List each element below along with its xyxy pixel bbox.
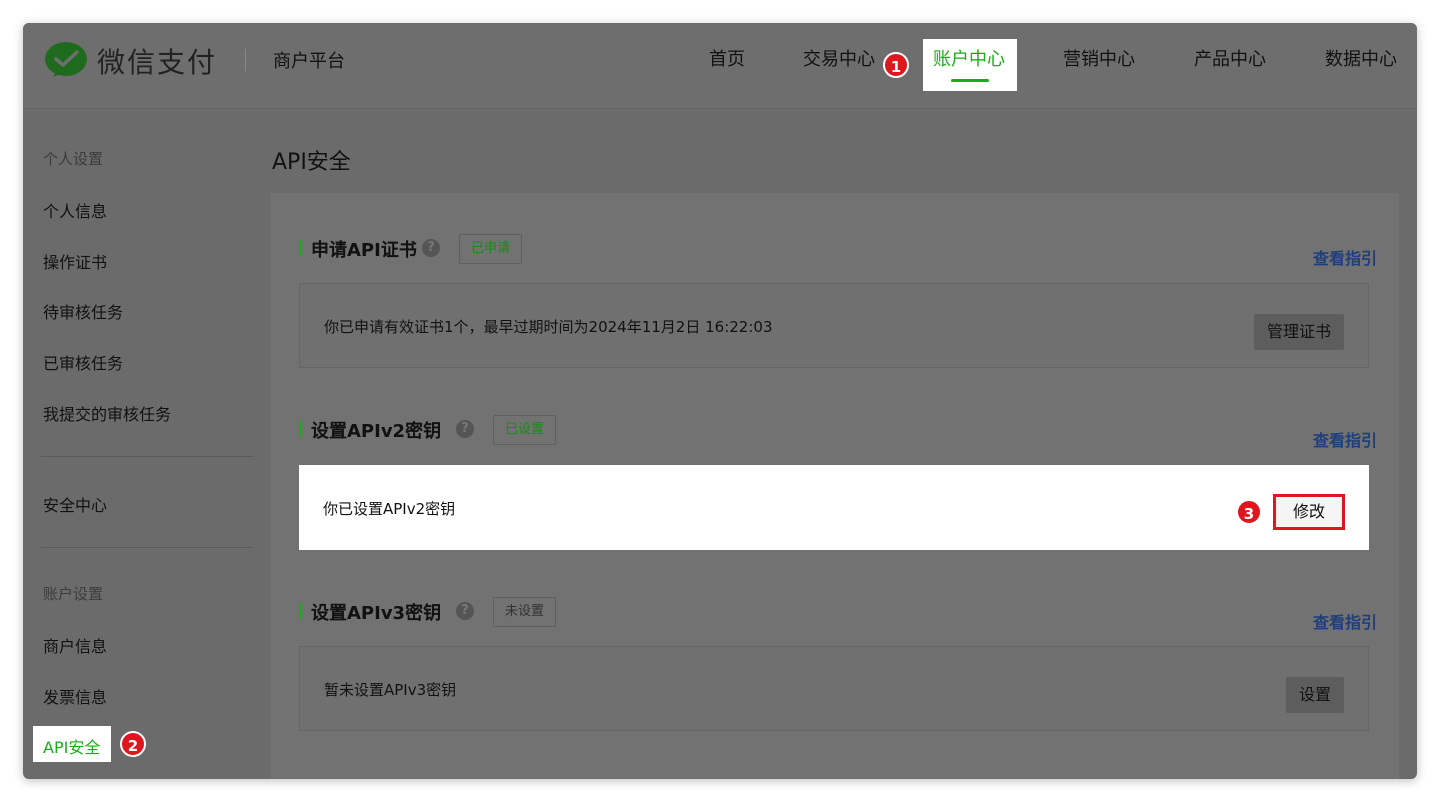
- sidebar-item-reviewed-tasks[interactable]: 已审核任务: [43, 350, 123, 374]
- nav-account-center-label: 账户中心: [933, 49, 1005, 70]
- card-apiv2: 你已设置APIv2密钥 修改: [299, 465, 1369, 550]
- sidebar-item-api-security-label: API安全: [43, 738, 101, 757]
- section-accent-bar: [299, 240, 302, 256]
- sidebar-item-my-submitted-tasks[interactable]: 我提交的审核任务: [43, 401, 171, 425]
- nav-active-underline: [951, 79, 989, 82]
- sidebar-item-merchant-info[interactable]: 商户信息: [43, 633, 107, 657]
- status-badge-not-set: 未设置: [493, 597, 557, 627]
- step-badge-2: 2: [120, 731, 146, 757]
- nav-data-center[interactable]: 数据中心: [1325, 45, 1397, 71]
- guide-link-api-cert[interactable]: 查看指引: [1313, 245, 1377, 269]
- guide-link-apiv2[interactable]: 查看指引: [1313, 427, 1377, 451]
- guide-link-apiv3[interactable]: 查看指引: [1313, 609, 1377, 633]
- apiv3-info-text: 暂未设置APIv3密钥: [324, 681, 457, 699]
- status-badge-applied: 已申请: [459, 234, 523, 264]
- sidebar-item-pending-tasks[interactable]: 待审核任务: [43, 299, 123, 323]
- nav-trade-center[interactable]: 交易中心: [803, 45, 875, 71]
- sidebar-divider: [41, 456, 253, 457]
- api-cert-info-text: 你已申请有效证书1个，最早过期时间为2024年11月2日 16:22:03: [324, 318, 773, 336]
- nav-account-center[interactable]: 账户中心: [923, 39, 1017, 91]
- card-apiv3: 暂未设置APIv3密钥 设置: [299, 646, 1369, 731]
- header-divider: [245, 49, 246, 71]
- step-badge-1: 1: [883, 52, 909, 78]
- help-icon[interactable]: ?: [456, 420, 474, 438]
- section-title-api-cert: 申请API证书: [311, 240, 417, 261]
- sidebar-item-security-center[interactable]: 安全中心: [43, 492, 107, 516]
- help-icon[interactable]: ?: [456, 602, 474, 620]
- nav-home[interactable]: 首页: [709, 45, 745, 71]
- sidebar-item-api-security[interactable]: API安全: [33, 726, 111, 762]
- wechat-pay-logo[interactable]: 微信支付: [43, 39, 217, 83]
- top-header: 微信支付 商户平台 首页 交易中心 账户中心 营销中心 产品中心 数据中心 1: [23, 23, 1417, 109]
- nav-product-center[interactable]: 产品中心: [1194, 45, 1266, 71]
- card-api-cert: 你已申请有效证书1个，最早过期时间为2024年11月2日 16:22:03 管理…: [299, 283, 1369, 368]
- sidebar-item-certificate[interactable]: 操作证书: [43, 249, 107, 273]
- app-window: 微信支付 商户平台 首页 交易中心 账户中心 营销中心 产品中心 数据中心 1 …: [23, 23, 1417, 779]
- step-badge-3: 3: [1236, 499, 1262, 525]
- page-title: API安全: [272, 150, 351, 175]
- section-title-apiv3: 设置APIv3密钥: [311, 603, 442, 624]
- help-icon[interactable]: ?: [422, 239, 440, 257]
- status-badge-set: 已设置: [493, 415, 557, 445]
- nav-marketing-center[interactable]: 营销中心: [1063, 45, 1135, 71]
- sidebar-item-invoice-info[interactable]: 发票信息: [43, 684, 107, 708]
- sidebar-group-account: 账户设置: [43, 585, 104, 603]
- wechat-pay-logo-icon: [45, 42, 87, 77]
- apiv2-info-text: 你已设置APIv2密钥: [323, 500, 456, 518]
- modify-apiv2-button[interactable]: 修改: [1273, 494, 1345, 530]
- section-accent-bar: [299, 421, 302, 437]
- section-accent-bar: [299, 603, 302, 619]
- sidebar-divider: [41, 547, 253, 548]
- platform-subtitle: 商户平台: [273, 51, 345, 72]
- set-apiv3-button[interactable]: 设置: [1285, 677, 1344, 713]
- manage-cert-button[interactable]: 管理证书: [1253, 314, 1344, 350]
- brand-name: 微信支付: [97, 46, 218, 79]
- section-title-apiv2: 设置APIv2密钥: [311, 421, 442, 442]
- sidebar-item-personal-info[interactable]: 个人信息: [43, 198, 107, 222]
- sidebar-group-personal: 个人设置: [43, 150, 104, 168]
